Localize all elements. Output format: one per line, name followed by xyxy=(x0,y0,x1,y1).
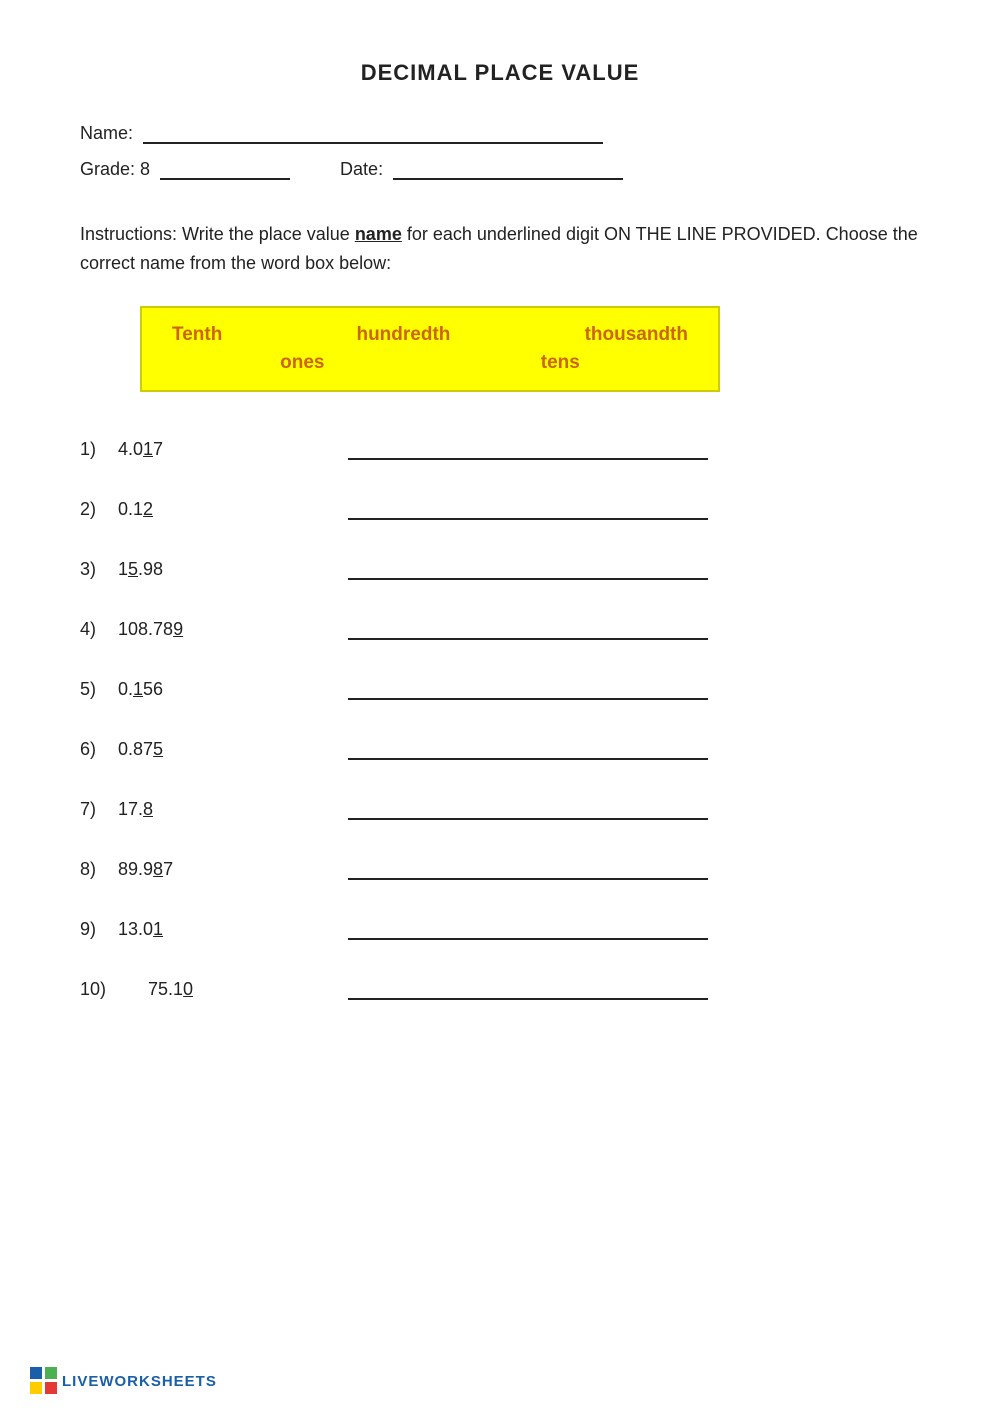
instructions: Instructions: Write the place value name… xyxy=(80,220,920,278)
word-hundredth: hundredth xyxy=(356,324,450,346)
answer-line-9[interactable] xyxy=(348,918,708,940)
answer-line-8[interactable] xyxy=(348,858,708,880)
answer-line-1[interactable] xyxy=(348,438,708,460)
footer: LIVEWORKSHEETS xyxy=(30,1367,217,1395)
question-value-5: 0.156 xyxy=(118,679,318,700)
grade-label: Grade: 8 xyxy=(80,159,150,180)
answer-line-6[interactable] xyxy=(348,738,708,760)
question-value-8: 89.987 xyxy=(118,859,318,880)
name-label: Name: xyxy=(80,123,133,144)
answer-line-2[interactable] xyxy=(348,498,708,520)
logo-square-blue xyxy=(30,1367,42,1379)
question-number-1: 1) xyxy=(80,439,118,460)
grade-date-row: Grade: 8 Date: xyxy=(80,158,920,180)
question-value-1: 4.017 xyxy=(118,439,318,460)
question-number-2: 2) xyxy=(80,499,118,520)
answer-line-4[interactable] xyxy=(348,618,708,640)
question-value-2: 0.12 xyxy=(118,499,318,520)
table-row: 10) 75.10 xyxy=(80,978,920,1000)
questions-section: 1) 4.017 2) 0.12 3) 15.98 4) 108.789 5) … xyxy=(80,438,920,1000)
word-tens: tens xyxy=(541,352,580,374)
word-box: Tenth hundredth thousandth ones tens xyxy=(140,306,720,392)
instructions-text-before: Instructions: Write the place value xyxy=(80,224,355,244)
question-number-3: 3) xyxy=(80,559,118,580)
word-ones: ones xyxy=(280,352,324,374)
question-value-6: 0.875 xyxy=(118,739,318,760)
logo-square-red xyxy=(45,1382,57,1394)
logo-square-green xyxy=(45,1367,57,1379)
page-title: DECIMAL PLACE VALUE xyxy=(80,60,920,86)
liveworksheets-logo: LIVEWORKSHEETS xyxy=(30,1367,217,1395)
table-row: 4) 108.789 xyxy=(80,618,920,640)
answer-line-3[interactable] xyxy=(348,558,708,580)
question-value-4: 108.789 xyxy=(118,619,318,640)
table-row: 9) 13.01 xyxy=(80,918,920,940)
table-row: 8) 89.987 xyxy=(80,858,920,880)
question-number-7: 7) xyxy=(80,799,118,820)
footer-brand-text: LIVEWORKSHEETS xyxy=(62,1373,217,1390)
logo-square-yellow xyxy=(30,1382,42,1394)
question-number-6: 6) xyxy=(80,739,118,760)
name-input-line[interactable] xyxy=(143,122,603,144)
question-value-3: 15.98 xyxy=(118,559,318,580)
table-row: 6) 0.875 xyxy=(80,738,920,760)
question-number-10: 10) xyxy=(80,979,118,1000)
word-box-row2: ones tens xyxy=(172,352,688,374)
word-box-row1: Tenth hundredth thousandth xyxy=(172,324,688,346)
question-value-9: 13.01 xyxy=(118,919,318,940)
answer-line-5[interactable] xyxy=(348,678,708,700)
instructions-underlined-word: name xyxy=(355,224,402,244)
date-input-line[interactable] xyxy=(393,158,623,180)
question-number-5: 5) xyxy=(80,679,118,700)
date-label: Date: xyxy=(340,159,383,180)
table-row: 3) 15.98 xyxy=(80,558,920,580)
question-value-10: 75.10 xyxy=(118,979,318,1000)
logo-squares xyxy=(30,1367,58,1395)
question-number-9: 9) xyxy=(80,919,118,940)
table-row: 5) 0.156 xyxy=(80,678,920,700)
word-tenth: Tenth xyxy=(172,324,222,346)
name-row: Name: xyxy=(80,122,920,144)
question-value-7: 17.8 xyxy=(118,799,318,820)
question-number-8: 8) xyxy=(80,859,118,880)
word-thousandth: thousandth xyxy=(585,324,688,346)
table-row: 1) 4.017 xyxy=(80,438,920,460)
table-row: 7) 17.8 xyxy=(80,798,920,820)
grade-input-line[interactable] xyxy=(160,158,290,180)
table-row: 2) 0.12 xyxy=(80,498,920,520)
answer-line-10[interactable] xyxy=(348,978,708,1000)
question-number-4: 4) xyxy=(80,619,118,640)
answer-line-7[interactable] xyxy=(348,798,708,820)
